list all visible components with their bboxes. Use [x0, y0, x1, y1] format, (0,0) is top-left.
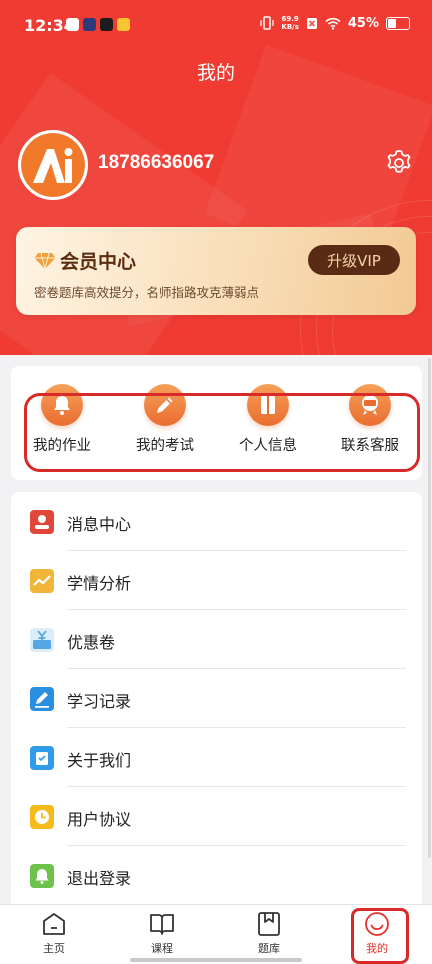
- page-title: 我的: [196, 62, 235, 84]
- settings-gear-icon[interactable]: [384, 148, 414, 178]
- diamond-icon: [34, 252, 56, 269]
- clock-icon: [30, 805, 54, 829]
- user-phone: 18786636067: [98, 152, 215, 173]
- bookmark-icon: [258, 912, 280, 936]
- net-speed: 69.9 KB/s: [281, 15, 299, 31]
- tab-question-bank[interactable]: 题库: [234, 910, 304, 956]
- battery-icon: [386, 16, 410, 30]
- menu-item-learning-analysis[interactable]: 学情分析: [11, 551, 422, 610]
- play-icon: [100, 18, 113, 31]
- tab-courses[interactable]: 课程: [127, 910, 197, 956]
- menu-item-study-records[interactable]: 学习记录: [11, 669, 422, 728]
- vip-center-card[interactable]: 会员中心 密卷题库高效提分，名师指路攻克薄弱点 升级VIP: [16, 227, 416, 315]
- trend-chart-icon: [30, 569, 54, 593]
- bell-exit-icon: [30, 864, 54, 888]
- coupon-icon: [30, 628, 54, 652]
- active-tab-highlight: [351, 908, 409, 964]
- menu-item-user-agreement[interactable]: 用户协议: [11, 787, 422, 846]
- coin-icon: [117, 18, 130, 31]
- sim-icon: [306, 17, 317, 29]
- mail-icon: [66, 18, 79, 31]
- wifi-icon: [325, 17, 341, 30]
- status-bar: 12:34 69.9 KB/s 45%: [0, 0, 432, 52]
- quick-actions-highlight: [24, 393, 420, 472]
- vip-subtitle: 密卷题库高效提分，名师指路攻克薄弱点: [34, 285, 260, 300]
- edit-pen-icon: [30, 687, 54, 711]
- vibrate-icon: [260, 16, 274, 30]
- menu-list: 消息中心 学情分析 优惠卷 学习记录 关于我们 用户协议 退出登录: [11, 492, 422, 904]
- menu-item-message-center[interactable]: 消息中心: [11, 492, 422, 551]
- upgrade-vip-button[interactable]: 升级VIP: [308, 245, 400, 275]
- scrollbar[interactable]: [428, 358, 431, 858]
- tab-home[interactable]: 主页: [19, 910, 89, 956]
- book-open-icon: [150, 914, 174, 935]
- home-icon: [43, 913, 65, 935]
- battery-percent: 45%: [347, 15, 379, 31]
- person-card-icon: [30, 510, 54, 534]
- app-notification-icon: [83, 18, 96, 31]
- menu-item-coupons[interactable]: 优惠卷: [11, 610, 422, 669]
- app-logo-icon: [21, 133, 85, 197]
- menu-item-about-us[interactable]: 关于我们: [11, 728, 422, 787]
- home-indicator[interactable]: [130, 958, 302, 962]
- info-bag-icon: [30, 746, 54, 770]
- vip-title: 会员中心: [60, 251, 137, 273]
- menu-item-logout[interactable]: 退出登录: [11, 846, 422, 905]
- avatar[interactable]: [18, 130, 88, 200]
